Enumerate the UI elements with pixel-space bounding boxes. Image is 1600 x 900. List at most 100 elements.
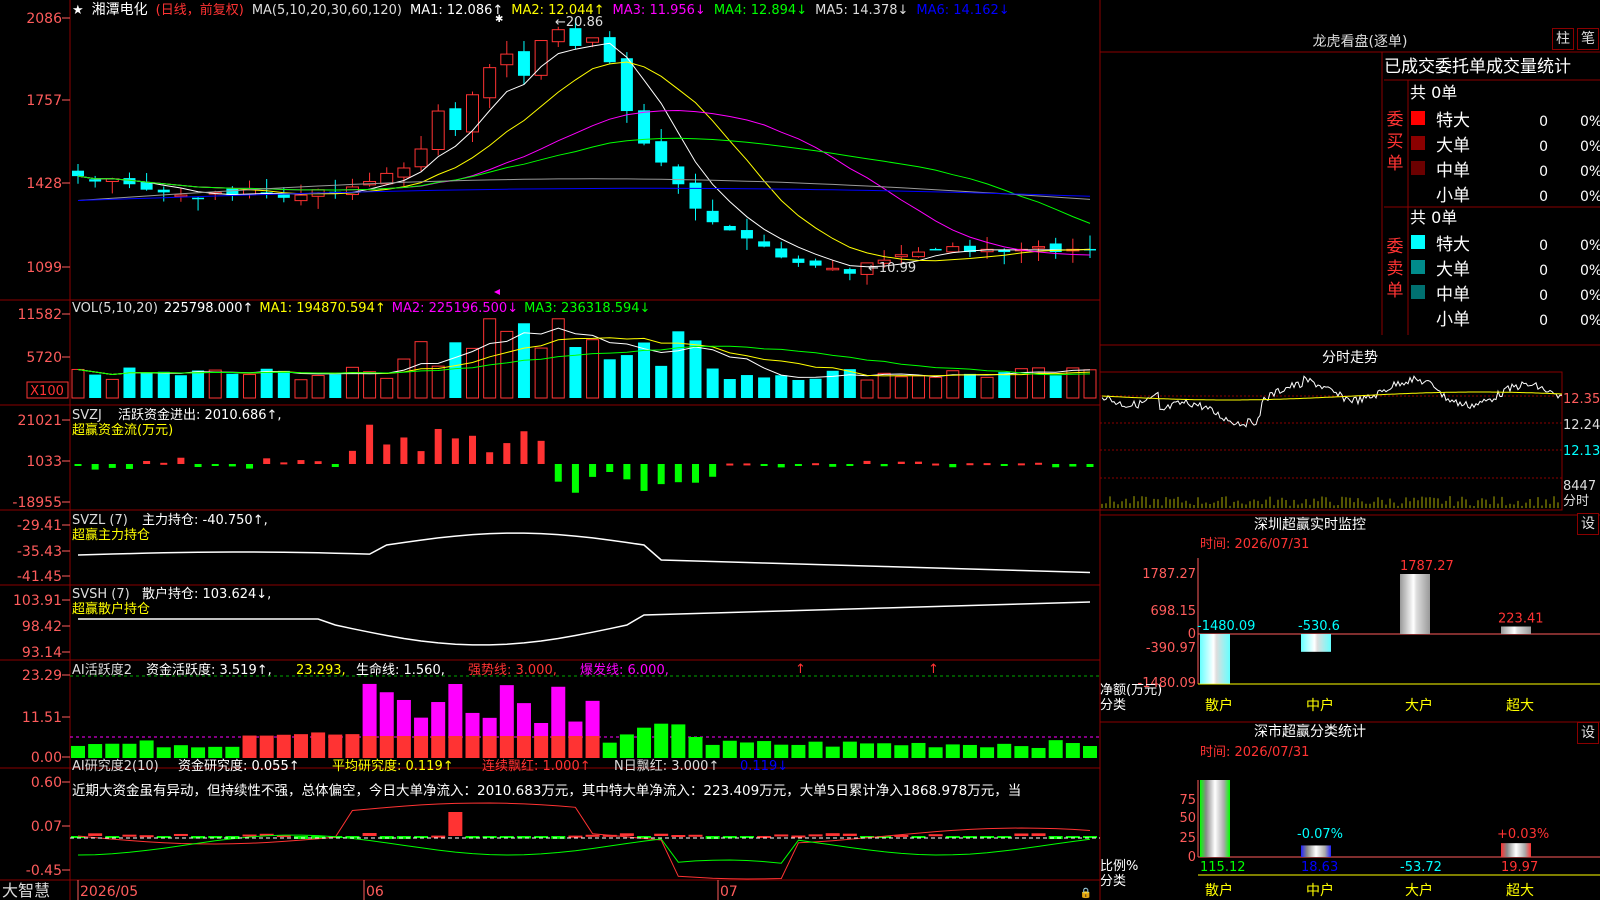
date-label: 06 [366,884,384,900]
vol-ma3: MA3: 236318.594↓ [524,301,650,316]
classify-category: 超大 [1506,883,1534,899]
candle-up [586,37,600,43]
classify-settings-button[interactable]: 设 [1577,722,1599,744]
ai1-bar-base [499,736,514,758]
svzj-bar [108,464,116,468]
buy-label-char: 委 [1387,110,1404,130]
svzj-bar [777,464,785,468]
sell-total: 共 0单 [1410,208,1457,227]
monitor-bar-label: -530.6 [1298,619,1340,634]
ma-header: MA(5,10,20,30,60,120) [252,3,402,18]
ai1-bar-base [379,736,394,758]
ai1-tick: 23.29 [22,668,62,684]
svzj-bar [1052,464,1060,468]
vol-bar [449,342,462,398]
ai2-bar [1031,833,1046,836]
monitor-bar-label: -1480.09 [1197,619,1255,634]
candle-up [397,167,411,178]
svzj-bar [280,462,288,465]
svzj-bar [400,437,408,464]
vol-bar [294,379,308,399]
vol-bar [775,375,788,398]
candle-down [603,37,616,63]
ai1-bar [568,721,583,736]
column-view-button[interactable]: 柱 [1552,28,1574,50]
vol-bar [655,365,668,398]
ai2-bar [928,834,943,837]
svzj-bar [1086,464,1094,467]
vol-bar [860,379,874,399]
ai1-bar [534,722,549,736]
ai2-bar [173,833,188,836]
candle-up [380,172,394,185]
ai1-bar [1014,746,1029,758]
vol-bar [311,375,325,399]
candle-up [414,148,428,168]
ai1-bar-base [551,736,566,758]
svzj-bar [914,461,922,464]
ai2-bar [791,835,806,838]
svzj-bar [366,424,374,464]
svzj-bar [932,463,940,466]
svzj-title: 活跃资金进出: 2010.686↑, [118,407,282,423]
svzj-bar [623,464,631,480]
svsh-tick: 103.91 [13,593,62,609]
candle-up [174,194,188,198]
candle-down [929,248,942,251]
svsh-tick: 98.42 [22,619,62,635]
vol-bar [998,372,1011,398]
ai2-bar [122,834,137,837]
candle-down [157,189,170,193]
ai1-bar [551,686,566,736]
candle-up [1032,246,1046,249]
monitor-settings-button[interactable]: 设 [1577,513,1599,535]
chart-mode: (日线，前复权) [156,2,244,18]
ai1-tick: 0.00 [31,750,62,766]
ai1-bar-base [448,736,463,758]
candle-up [500,53,514,66]
svzj-header: SVZJ [72,408,102,423]
monitor-ylabel: 分类 [1100,698,1126,713]
buy-row-pct: 0% [1580,189,1600,205]
intraday-box [1099,371,1563,511]
ai1-bar [877,743,892,758]
candle-down [792,258,805,263]
buy-row-label: 小单 [1436,186,1470,206]
ai1-bar [739,742,754,758]
ai2-line-red [77,802,1091,880]
ai1-bar-base [362,736,377,758]
chart-canvas[interactable]: 2086175714281099←20.86←10.99✱★ 湘潭电化 (日线，前复… [0,0,1600,900]
ai1-bar [71,745,85,758]
ai2-tick: 0.60 [31,775,62,791]
candle-down [517,51,530,76]
svzj-bar [794,464,802,466]
ai1-bar [1048,740,1063,758]
svzj-bar [503,443,511,464]
vol-bar [603,359,616,398]
vol-bar [894,376,908,399]
ai2-bar [825,833,840,836]
ai1-bar [825,746,840,758]
svzj-bar [228,464,236,467]
intraday-vol-unit: 分时 [1563,494,1589,509]
ai1-bar [688,736,703,758]
candle-down [843,269,856,274]
vol-bar [740,375,753,398]
sell-row-pct: 0% [1580,288,1600,304]
vol-bar [123,367,136,398]
svzl-tick: -35.43 [17,544,62,560]
svzj-bar [949,464,957,468]
vol-bar [466,347,480,399]
intraday-title: 分时走势 [1322,350,1378,366]
vol-bar [1049,375,1062,398]
monitor-bar [1301,634,1331,652]
ai1-bar [396,699,411,736]
sell-swatch [1411,260,1425,274]
monitor-tick: 0 [1188,627,1196,642]
svzj-bar [451,438,459,464]
ma1-value: MA1: 12.086↑ [410,3,503,18]
sell-label-char: 单 [1387,281,1404,301]
svzj-bar [1000,464,1008,466]
tick-view-button[interactable]: 笔 [1577,28,1599,50]
ai1-v5: 爆发线: 6.000, [580,662,669,678]
